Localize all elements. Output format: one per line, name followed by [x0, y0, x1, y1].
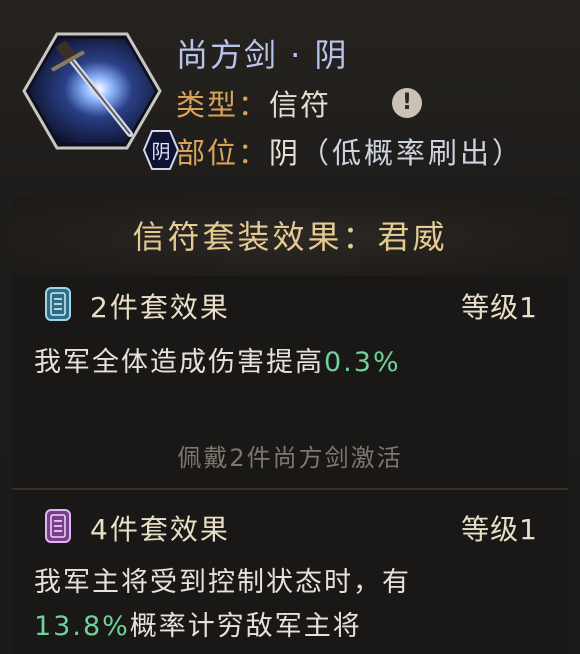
- activation-hint: 佩戴2件尚方剑激活: [177, 444, 403, 472]
- effect-header: 2件套效果 等级1: [12, 282, 568, 332]
- position-label: 部位：: [176, 136, 270, 170]
- info-icon[interactable]: !: [392, 88, 422, 118]
- item-header: 阴 尚方剑 · 阴 类型：信符 ! 部位：阴（低概率刷出）: [0, 0, 580, 196]
- set-title: 信符套装效果：君威: [132, 218, 448, 256]
- section-divider: [12, 488, 568, 490]
- effect-value: 0.3%: [324, 347, 401, 378]
- effect-value: 13.8%: [34, 611, 130, 642]
- effect-description-line2: 13.8%概率计穷敌军主将: [34, 604, 362, 643]
- set-header: 信符套装效果：君威: [12, 198, 568, 276]
- sword-icon: [22, 32, 162, 150]
- effect-description: 我军全体造成伤害提高0.3%: [34, 340, 401, 379]
- item-name: 尚方剑 · 阴: [176, 36, 349, 74]
- type-label: 类型：: [176, 88, 270, 122]
- item-tooltip-panel: 阴 尚方剑 · 阴 类型：信符 ! 部位：阴（低概率刷出） 信符套装效果：君威: [0, 0, 580, 654]
- effect-description-text: 我军全体造成伤害提高: [34, 347, 324, 378]
- effect-level: 等级1: [461, 513, 538, 546]
- set-bonus-section: 信符套装效果：君威 2件套效果 等级1 我军全体造成伤害提高0.3% 佩戴2件尚…: [12, 198, 568, 654]
- talisman-icon: [45, 287, 71, 321]
- talisman-icon: [45, 509, 71, 543]
- effect-description-line1: 我军主将受到控制状态时，有: [34, 567, 411, 598]
- item-type-row: 类型：信符: [176, 82, 331, 124]
- effect-name: 2件套效果: [90, 291, 230, 324]
- position-note: （低概率刷出）: [300, 136, 525, 170]
- effect-name: 4件套效果: [90, 513, 230, 546]
- effect-description-text: 概率计穷敌军主将: [129, 611, 362, 642]
- effect-header: 4件套效果 等级1: [12, 504, 568, 554]
- effect-level: 等级1: [461, 291, 538, 324]
- type-value: 信符: [269, 88, 332, 122]
- position-value: 阴: [269, 136, 301, 170]
- item-icon-frame[interactable]: 阴: [22, 30, 179, 170]
- yin-badge: 阴: [143, 130, 179, 170]
- yin-badge-label: 阴: [151, 141, 171, 163]
- item-position-row: 部位：阴（低概率刷出）: [176, 130, 524, 172]
